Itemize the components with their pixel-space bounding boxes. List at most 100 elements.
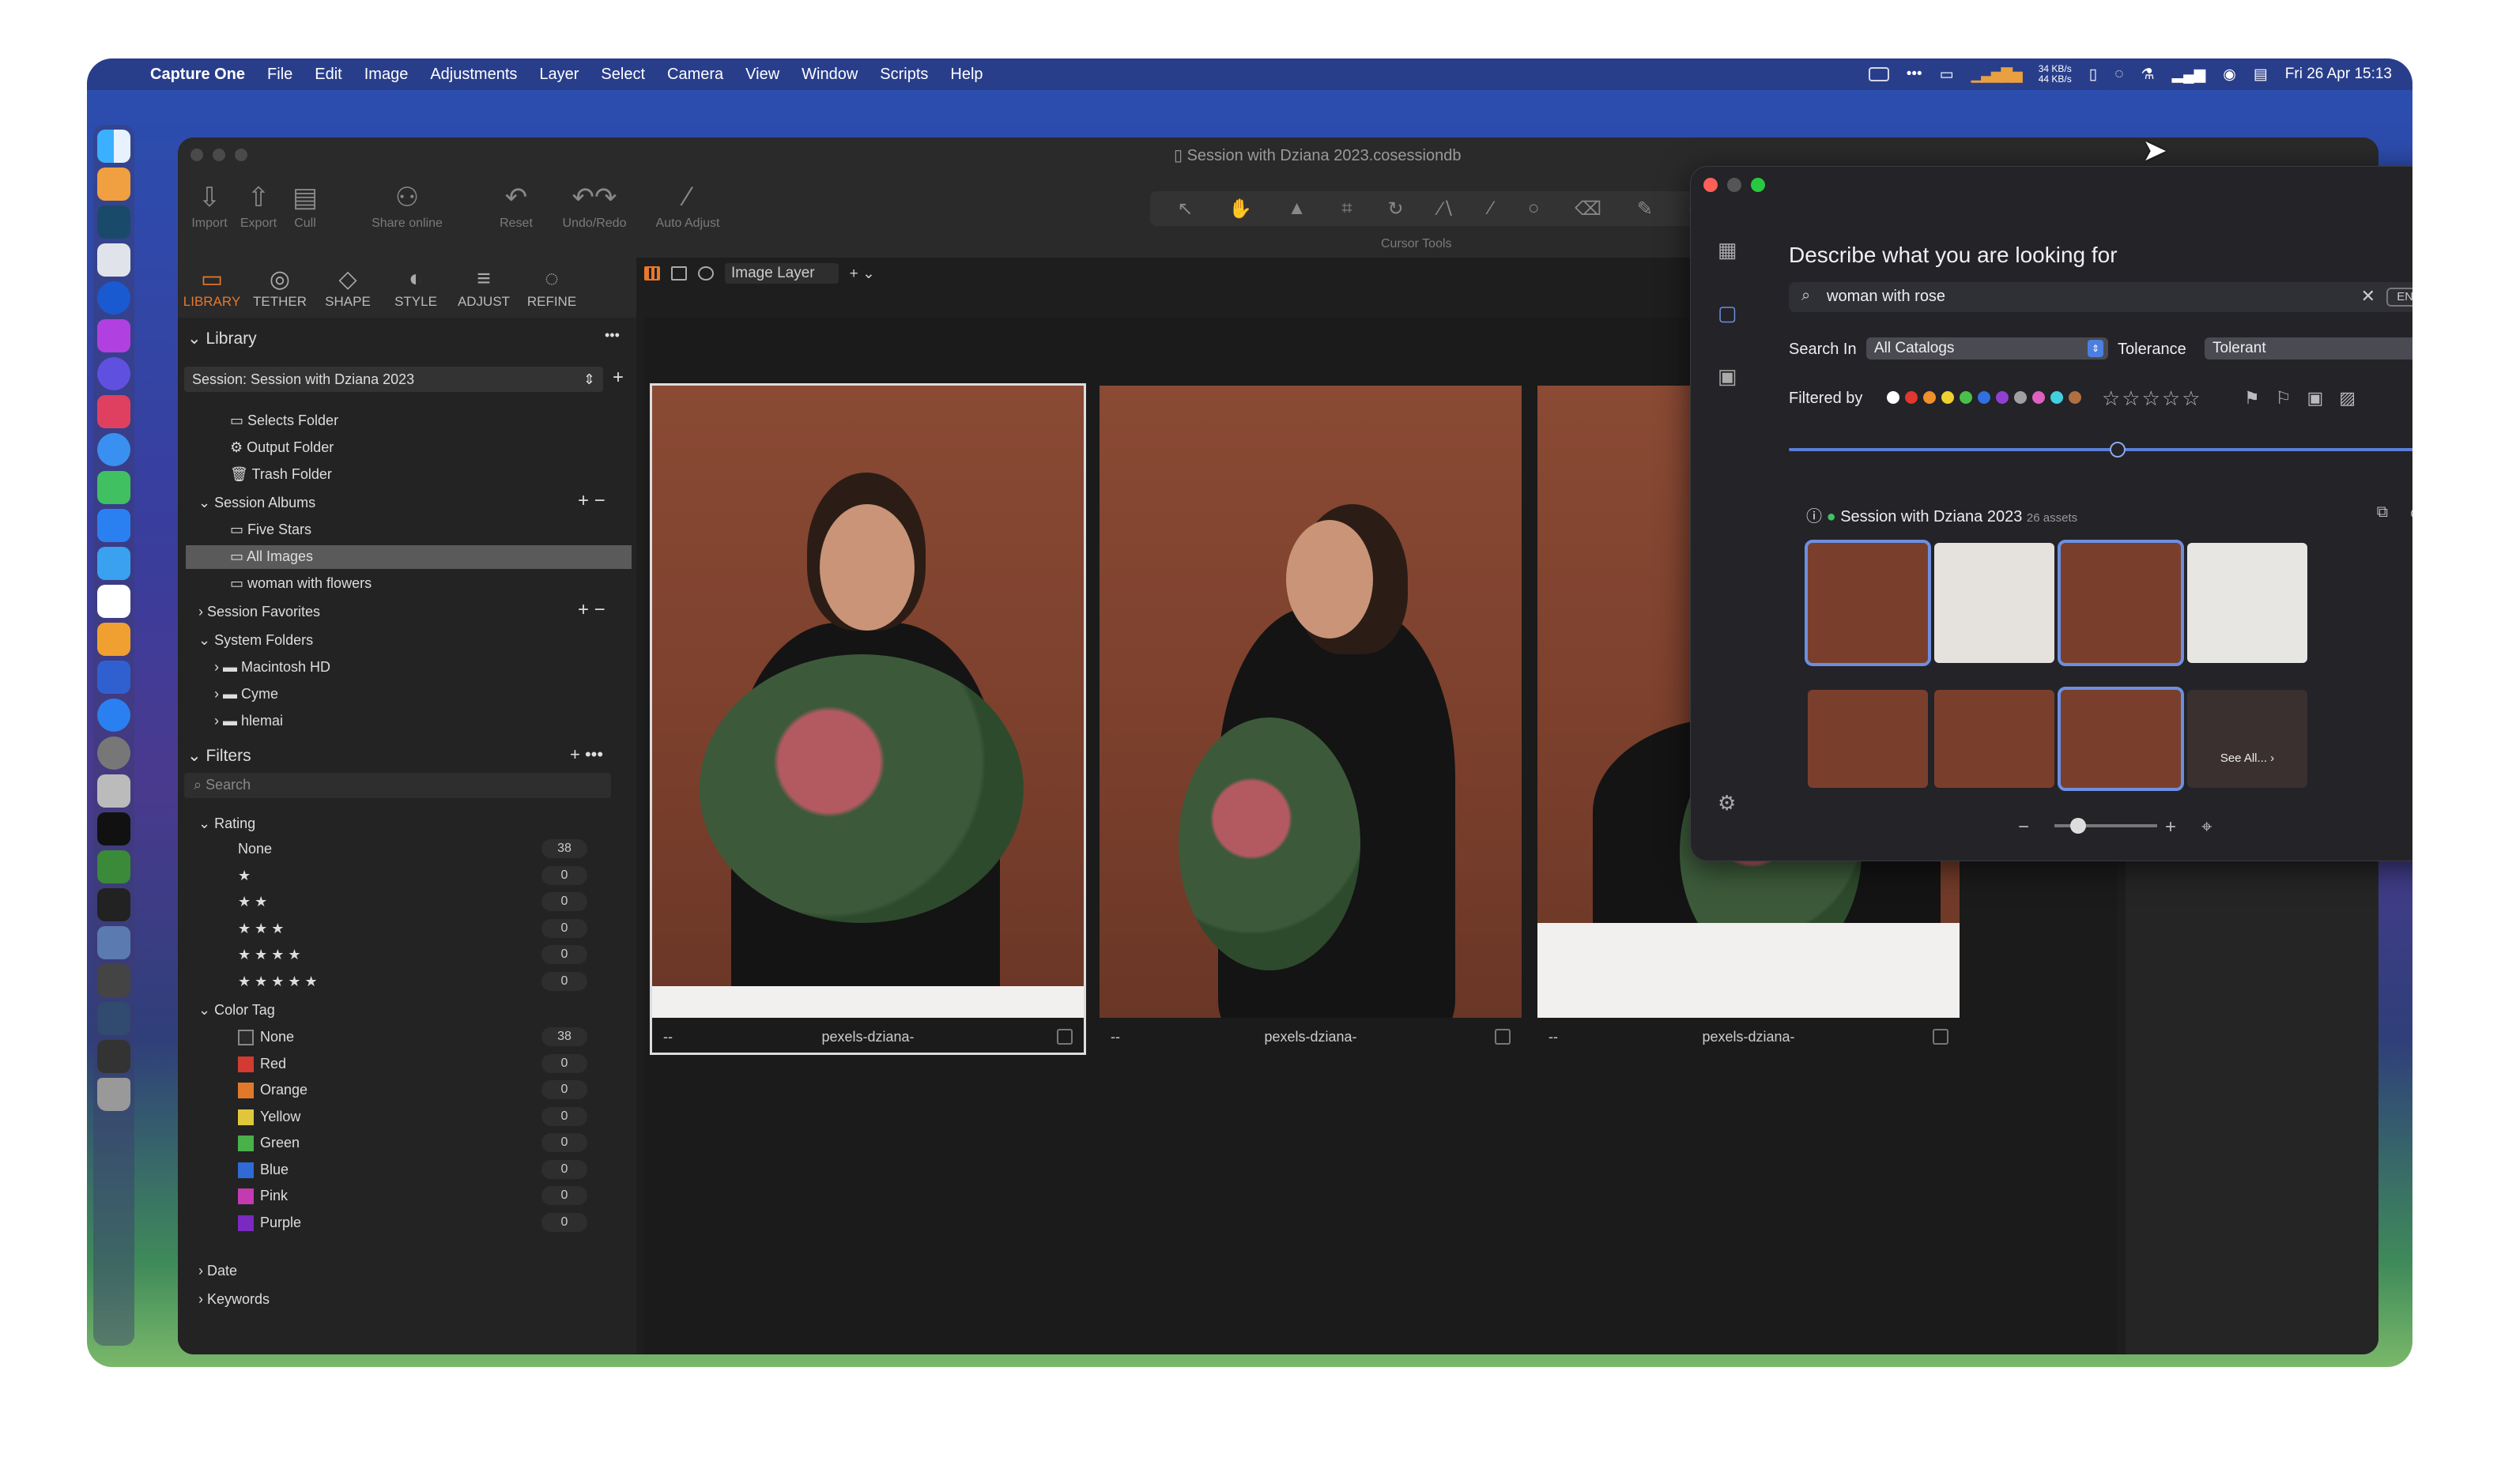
select-checkbox[interactable] xyxy=(1495,1029,1511,1045)
rating-filter-row[interactable]: None xyxy=(238,841,272,857)
color-filter-dot[interactable] xyxy=(1996,391,2009,404)
clear-search-icon[interactable]: ✕ xyxy=(2361,286,2375,307)
settings-gear-icon[interactable]: ⚙ xyxy=(1718,791,1736,815)
control-center-icon[interactable]: ▤ xyxy=(2254,66,2268,84)
display-icon[interactable]: ▭ xyxy=(1940,66,1954,84)
color-tag-filter-row[interactable]: Purple xyxy=(238,1215,301,1231)
filters-heading[interactable]: ⌄ Filters xyxy=(187,746,251,766)
mail-icon[interactable] xyxy=(97,547,130,580)
chat-icon[interactable] xyxy=(97,509,130,542)
chat-search-icon[interactable]: ▢ xyxy=(1718,301,1737,326)
loupe-view-icon[interactable] xyxy=(698,266,714,281)
clock[interactable]: Fri 26 Apr 15:13 xyxy=(2285,66,2392,83)
messages-icon[interactable] xyxy=(97,471,130,504)
finder-icon[interactable] xyxy=(97,130,130,163)
menu-view[interactable]: View xyxy=(745,66,779,84)
rating-dash[interactable]: -- xyxy=(1111,1021,1120,1053)
xcode-icon[interactable] xyxy=(97,661,130,694)
undo-redo-button[interactable]: ↶↷ Undo/Redo xyxy=(551,182,638,231)
minimize-button[interactable] xyxy=(213,149,225,161)
brush-icon[interactable]: ✎ xyxy=(1637,198,1653,220)
library-heading[interactable]: ⌄ Library xyxy=(187,329,257,348)
auto-adjust-button[interactable]: ⁄ Auto Adjust xyxy=(644,182,731,231)
app6-icon[interactable] xyxy=(97,888,130,921)
tab-shape[interactable]: ◇ SHAPE xyxy=(314,258,382,318)
cpu-graph-icon[interactable]: ▁▃▅▇▅ xyxy=(1971,66,2023,84)
photos-icon[interactable] xyxy=(97,623,130,656)
menu-image[interactable]: Image xyxy=(364,66,409,84)
menu-help[interactable]: Help xyxy=(950,66,983,84)
images-icon[interactable]: ▣ xyxy=(1718,364,1737,389)
star-rating-filter[interactable]: ☆☆☆☆☆ xyxy=(2102,386,2202,411)
app7-icon[interactable] xyxy=(97,926,130,959)
screen-icon[interactable] xyxy=(1868,67,1889,81)
color-tag-filter-row[interactable]: Orange xyxy=(238,1082,307,1099)
color-filter-dot[interactable] xyxy=(1887,391,1899,404)
color-filter-dot[interactable] xyxy=(2032,391,2045,404)
menu-file[interactable]: File xyxy=(267,66,292,84)
launchpad-icon[interactable] xyxy=(97,168,130,201)
session-albums-heading[interactable]: ⌄ Session Albums xyxy=(198,495,315,511)
thumbnail-size-slider[interactable] xyxy=(2054,818,2157,834)
safari-icon[interactable] xyxy=(97,433,130,466)
system-hlemai[interactable]: › ▬ hlemai xyxy=(214,713,283,729)
app5-icon[interactable] xyxy=(97,850,130,883)
slider-knob[interactable] xyxy=(2070,818,2086,834)
album-all-images[interactable]: ▭ All Images xyxy=(230,548,313,565)
add-favorite-icon[interactable]: + − xyxy=(578,599,605,621)
maps-icon[interactable] xyxy=(97,699,130,732)
more-icon[interactable]: ••• xyxy=(1907,66,1922,83)
color-filter-dot[interactable] xyxy=(2014,391,2027,404)
share-online-button[interactable]: ⚇ Share online xyxy=(360,182,455,231)
menu-edit[interactable]: Edit xyxy=(315,66,341,84)
rating-filter-row[interactable]: ★ ★ ★ xyxy=(238,921,284,937)
menu-adjustments[interactable]: Adjustments xyxy=(430,66,517,84)
tab-adjust[interactable]: ≡ ADJUST xyxy=(450,258,518,318)
menu-camera[interactable]: Camera xyxy=(667,66,723,84)
result-thumb[interactable] xyxy=(1934,543,2054,663)
layer-select[interactable]: Image Layer xyxy=(725,263,839,284)
tab-tether[interactable]: ◎ TETHER xyxy=(246,258,314,318)
import-button[interactable]: ⇩ Import xyxy=(186,182,233,231)
color-filter-dot[interactable] xyxy=(1941,391,1954,404)
tab-library[interactable]: ▭ LIBRARY xyxy=(178,258,246,318)
color-tag-filter-row[interactable]: Yellow xyxy=(238,1109,300,1125)
filters-add-icon[interactable]: + ••• xyxy=(570,744,603,765)
sync-icon[interactable]: ◌ xyxy=(2114,66,2123,83)
open-session-icon[interactable]: ⧉ xyxy=(2377,503,2388,522)
picker-icon[interactable]: ⁄ xyxy=(1489,198,1492,220)
select-cursor-icon[interactable]: ↖ xyxy=(1177,198,1193,220)
result-thumb[interactable] xyxy=(1808,690,1928,788)
calendar-icon[interactable] xyxy=(97,585,130,618)
export-button[interactable]: ⇧ Export xyxy=(235,182,282,231)
photo-icon[interactable]: ▨ xyxy=(2339,388,2356,409)
color-filter-dot[interactable] xyxy=(1905,391,1918,404)
preview-icon[interactable] xyxy=(97,243,130,277)
activity-icon[interactable] xyxy=(97,812,130,846)
panel-zoom-button[interactable] xyxy=(1751,178,1765,192)
downloads-icon[interactable] xyxy=(97,1040,130,1073)
tab-refine[interactable]: ◌ REFINE xyxy=(518,258,586,318)
session-favorites-heading[interactable]: › Session Favorites xyxy=(198,604,320,620)
result-thumb[interactable] xyxy=(2187,543,2307,663)
tab-style[interactable]: ◐ STYLE xyxy=(382,258,450,318)
rotate-icon[interactable]: ↻ xyxy=(1387,198,1403,220)
color-filter-dot[interactable] xyxy=(1960,391,1972,404)
app-icon[interactable] xyxy=(97,319,130,352)
wifi-icon[interactable]: ◉ xyxy=(2223,66,2236,84)
signal-icon[interactable]: ▂▄▆ xyxy=(2172,66,2206,84)
rating-filter-row[interactable]: ★ ★ ★ ★ ★ xyxy=(238,974,318,990)
color-tag-filter-row[interactable]: None xyxy=(238,1029,294,1046)
crop-icon[interactable]: ⌗ xyxy=(1341,198,1352,220)
zoom-in-icon[interactable]: + xyxy=(2165,816,2176,838)
zoom-out-icon[interactable]: − xyxy=(2018,816,2029,838)
trash-folder[interactable]: 🗑 Trash Folder xyxy=(230,466,332,483)
menu-layer[interactable]: Layer xyxy=(539,66,579,84)
session-select[interactable]: Session: Session with Dziana 2023 ⇕ xyxy=(184,367,603,392)
info-icon[interactable]: ⓘ xyxy=(1806,508,1822,525)
rating-filter-row[interactable]: ★ ★ xyxy=(238,894,267,910)
onepassword-icon[interactable] xyxy=(97,281,130,315)
color-filter-dot[interactable] xyxy=(1978,391,1990,404)
video-icon[interactable]: ▣ xyxy=(2307,388,2323,409)
date-filter[interactable]: › Date xyxy=(198,1263,237,1279)
